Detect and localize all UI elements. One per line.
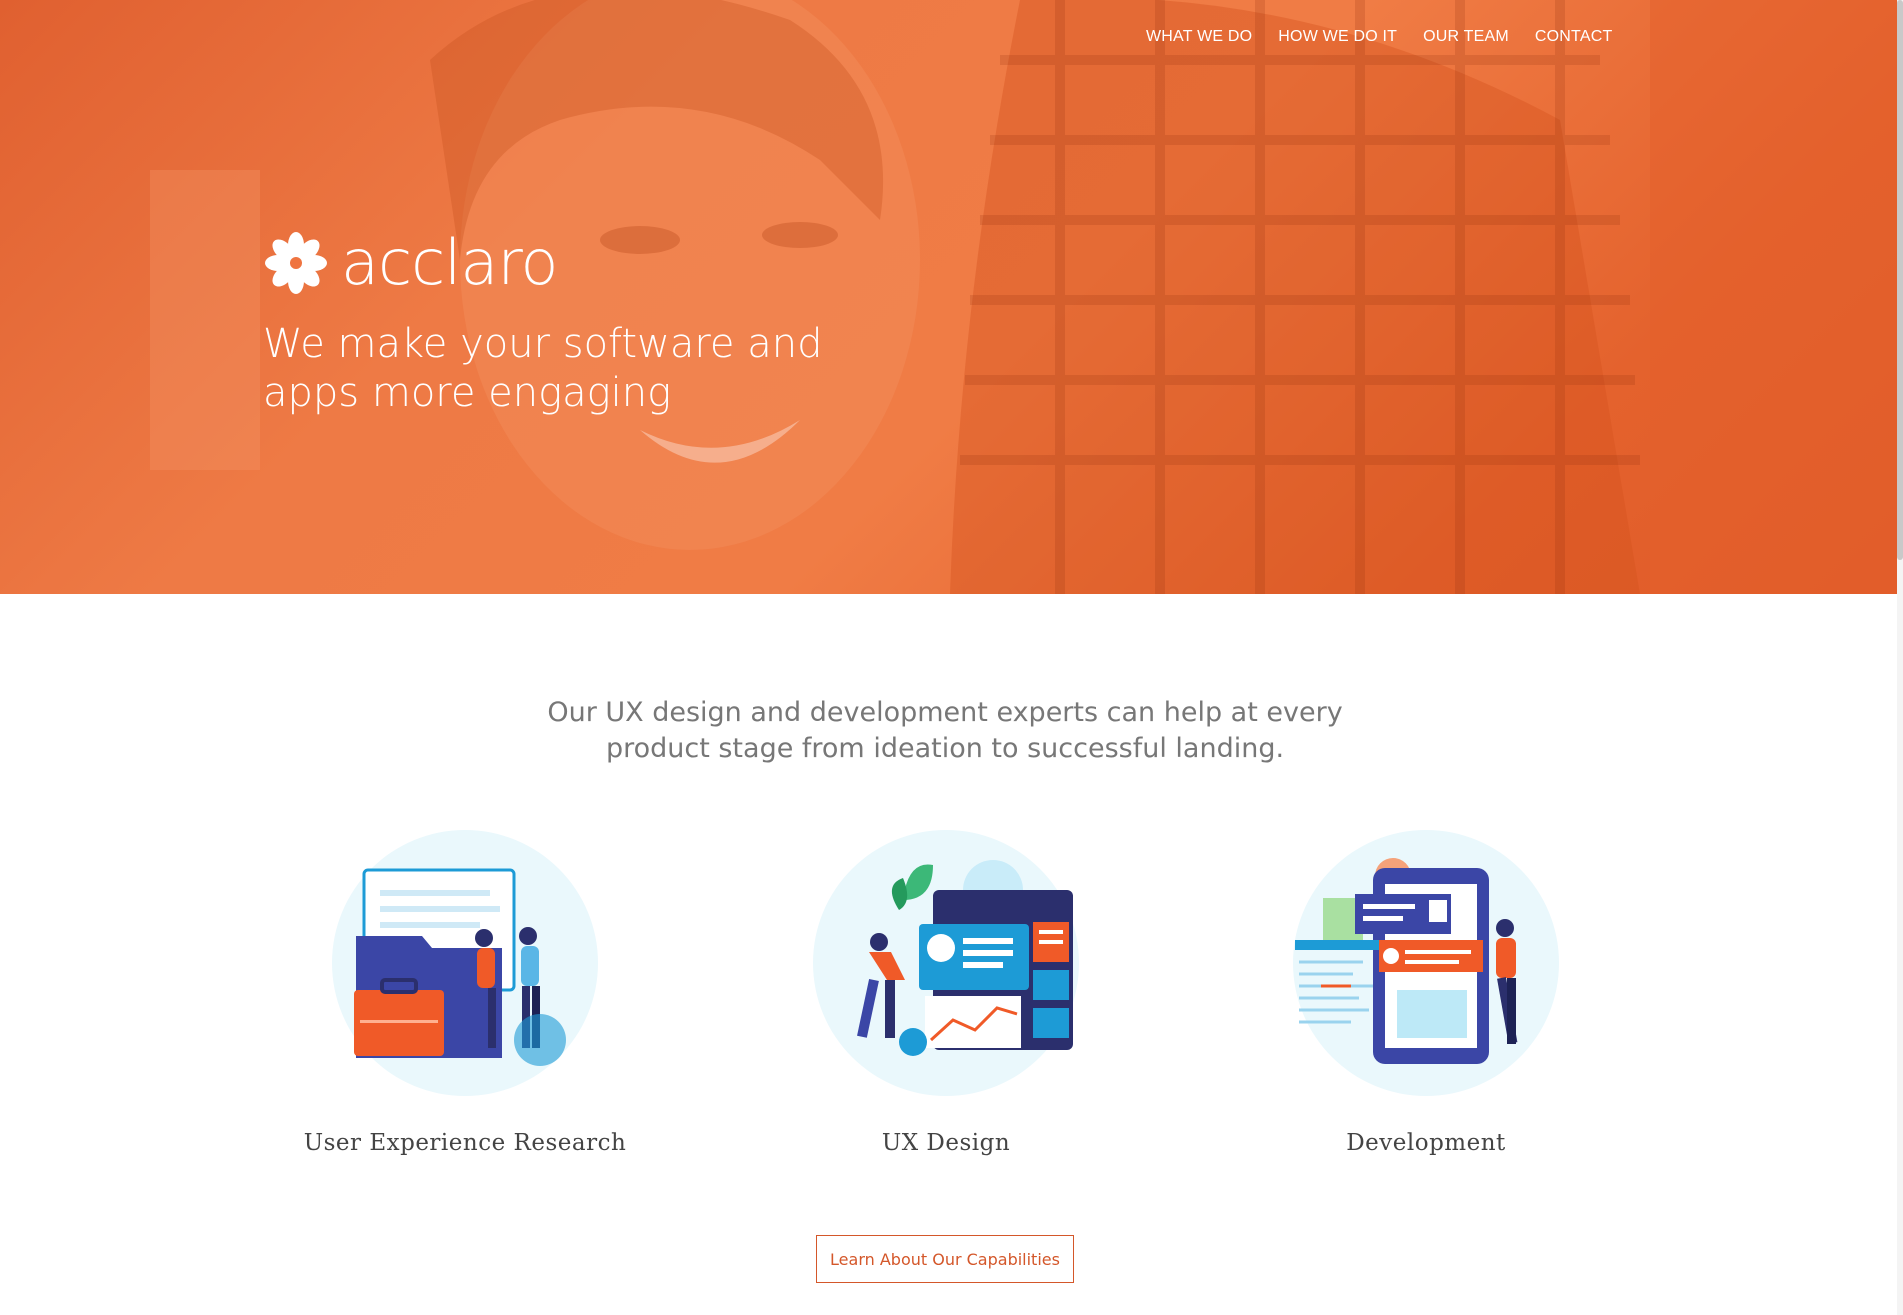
brand-name: acclaro (341, 226, 558, 299)
service-development[interactable]: Development (1256, 830, 1596, 1156)
service-title-research: User Experience Research (303, 1130, 627, 1156)
hero-banner: WHAT WE DO HOW WE DO IT OUR TEAM CONTACT… (0, 0, 1897, 594)
flower-logo-icon (265, 231, 327, 294)
service-title-development: Development (1346, 1130, 1506, 1156)
intro-text: Our UX design and development experts ca… (547, 697, 1343, 764)
nav-how-we-do-it[interactable]: HOW WE DO IT (1278, 28, 1397, 46)
service-ux-design[interactable]: UX Design (776, 830, 1116, 1156)
main-nav: WHAT WE DO HOW WE DO IT OUR TEAM CONTACT (1146, 28, 1612, 46)
scrollbar-thumb[interactable] (1897, 0, 1903, 560)
scrollbar-track[interactable] (1897, 0, 1903, 1315)
hero-tagline: We make your software and apps more enga… (263, 321, 823, 416)
brand-logo[interactable]: acclaro (263, 226, 558, 299)
nav-what-we-do[interactable]: WHAT WE DO (1146, 28, 1252, 46)
learn-capabilities-button[interactable]: Learn About Our Capabilities (816, 1235, 1074, 1283)
research-illustration-icon (332, 830, 598, 1096)
design-illustration-icon (813, 830, 1079, 1096)
service-research[interactable]: User Experience Research (295, 830, 635, 1156)
nav-contact[interactable]: CONTACT (1535, 28, 1613, 46)
development-illustration-icon (1293, 830, 1559, 1096)
nav-our-team[interactable]: OUR TEAM (1423, 28, 1509, 46)
service-title-ux-design: UX Design (881, 1130, 1011, 1156)
